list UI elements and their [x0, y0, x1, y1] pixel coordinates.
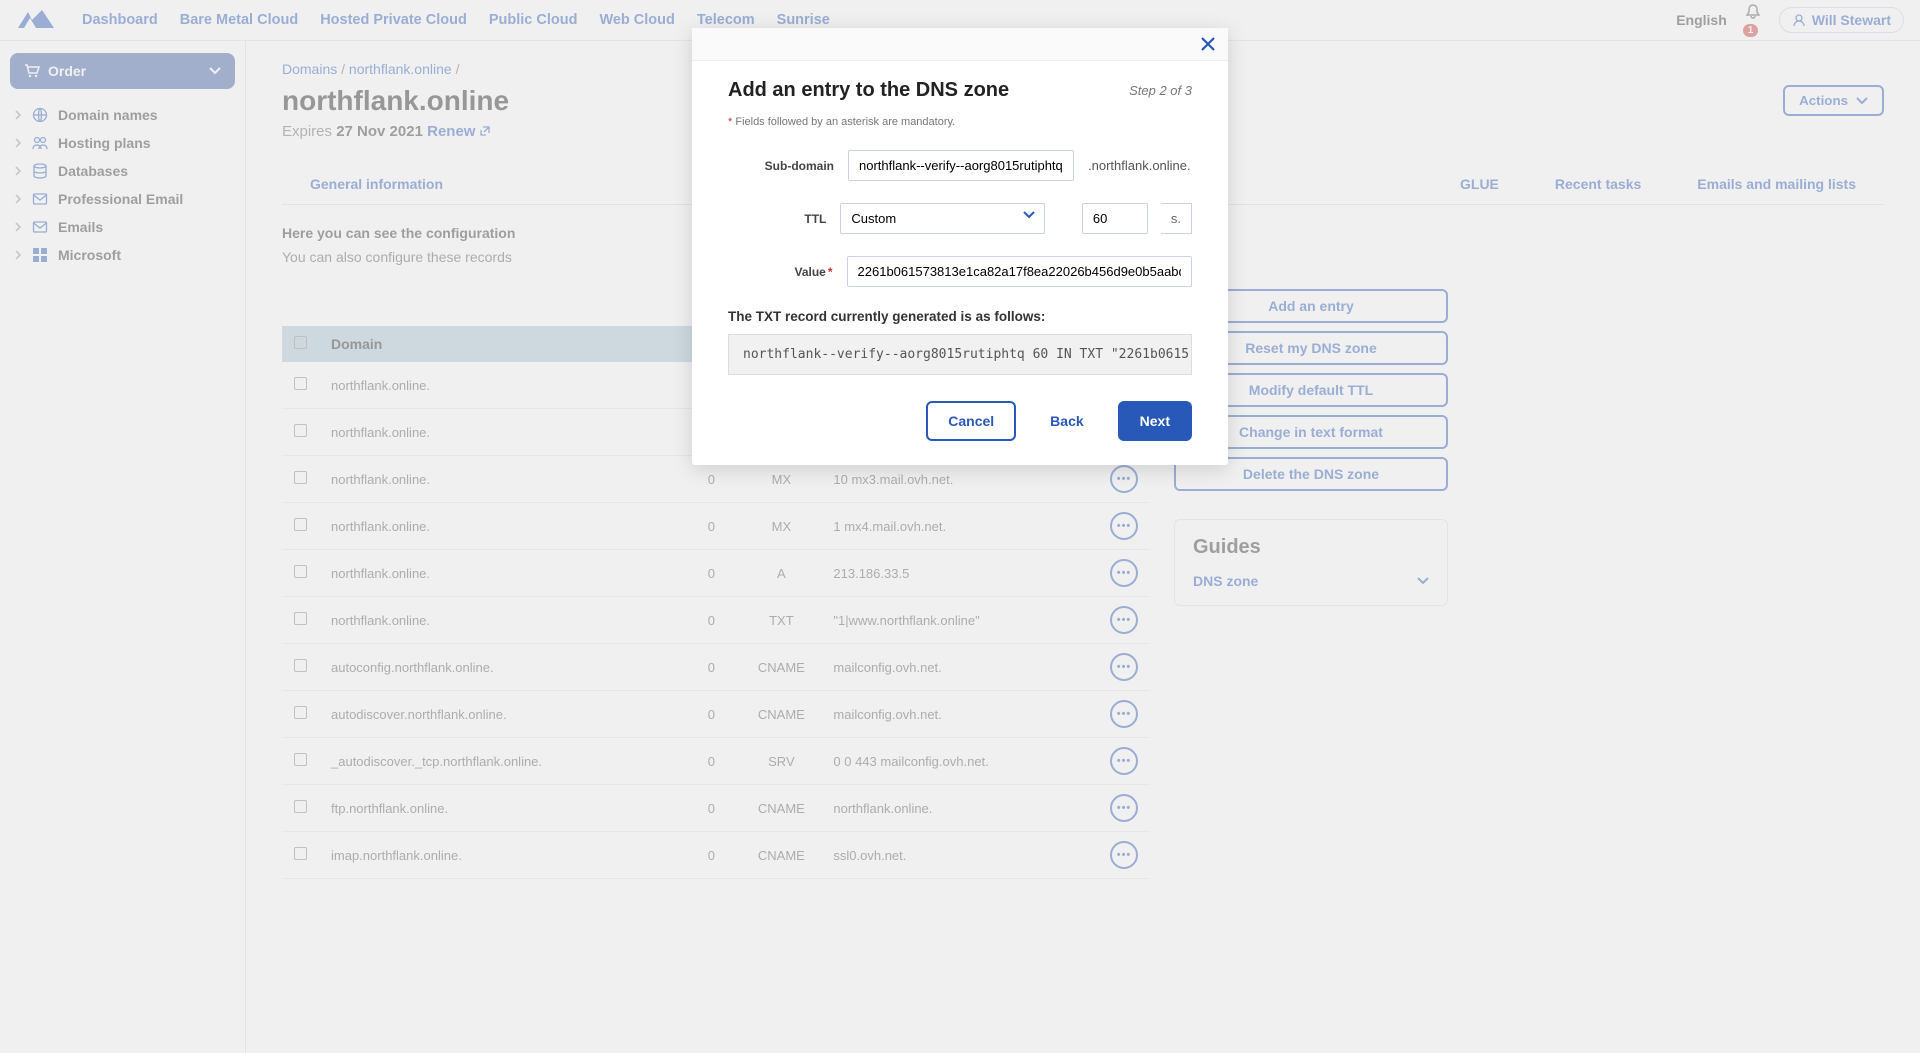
- back-button[interactable]: Back: [1030, 401, 1103, 441]
- ttl-unit: s.: [1161, 203, 1192, 234]
- modal-overlay: Add an entry to the DNS zone Step 2 of 3…: [0, 0, 1920, 1053]
- subdomain-suffix: .northflank.online.: [1088, 158, 1191, 173]
- ttl-value-input[interactable]: [1082, 203, 1148, 234]
- step-indicator: Step 2 of 3: [1129, 83, 1192, 98]
- ttl-label: TTL: [728, 212, 826, 226]
- value-label: Value*: [728, 265, 833, 279]
- subdomain-input[interactable]: [848, 150, 1074, 181]
- add-entry-modal: Add an entry to the DNS zone Step 2 of 3…: [692, 28, 1228, 465]
- next-button[interactable]: Next: [1118, 401, 1192, 441]
- close-button[interactable]: [1200, 36, 1216, 52]
- value-input[interactable]: [847, 256, 1192, 287]
- subdomain-label: Sub-domain: [728, 159, 834, 173]
- cancel-button[interactable]: Cancel: [926, 401, 1016, 441]
- generated-label: The TXT record currently generated is as…: [728, 309, 1192, 324]
- close-icon: [1200, 36, 1216, 52]
- modal-title: Add an entry to the DNS zone: [728, 79, 1009, 102]
- generated-record: northflank--verify--aorg8015rutiphtq 60 …: [728, 334, 1192, 375]
- mandatory-note: * Fields followed by an asterisk are man…: [728, 116, 1192, 128]
- ttl-select[interactable]: [840, 203, 1044, 234]
